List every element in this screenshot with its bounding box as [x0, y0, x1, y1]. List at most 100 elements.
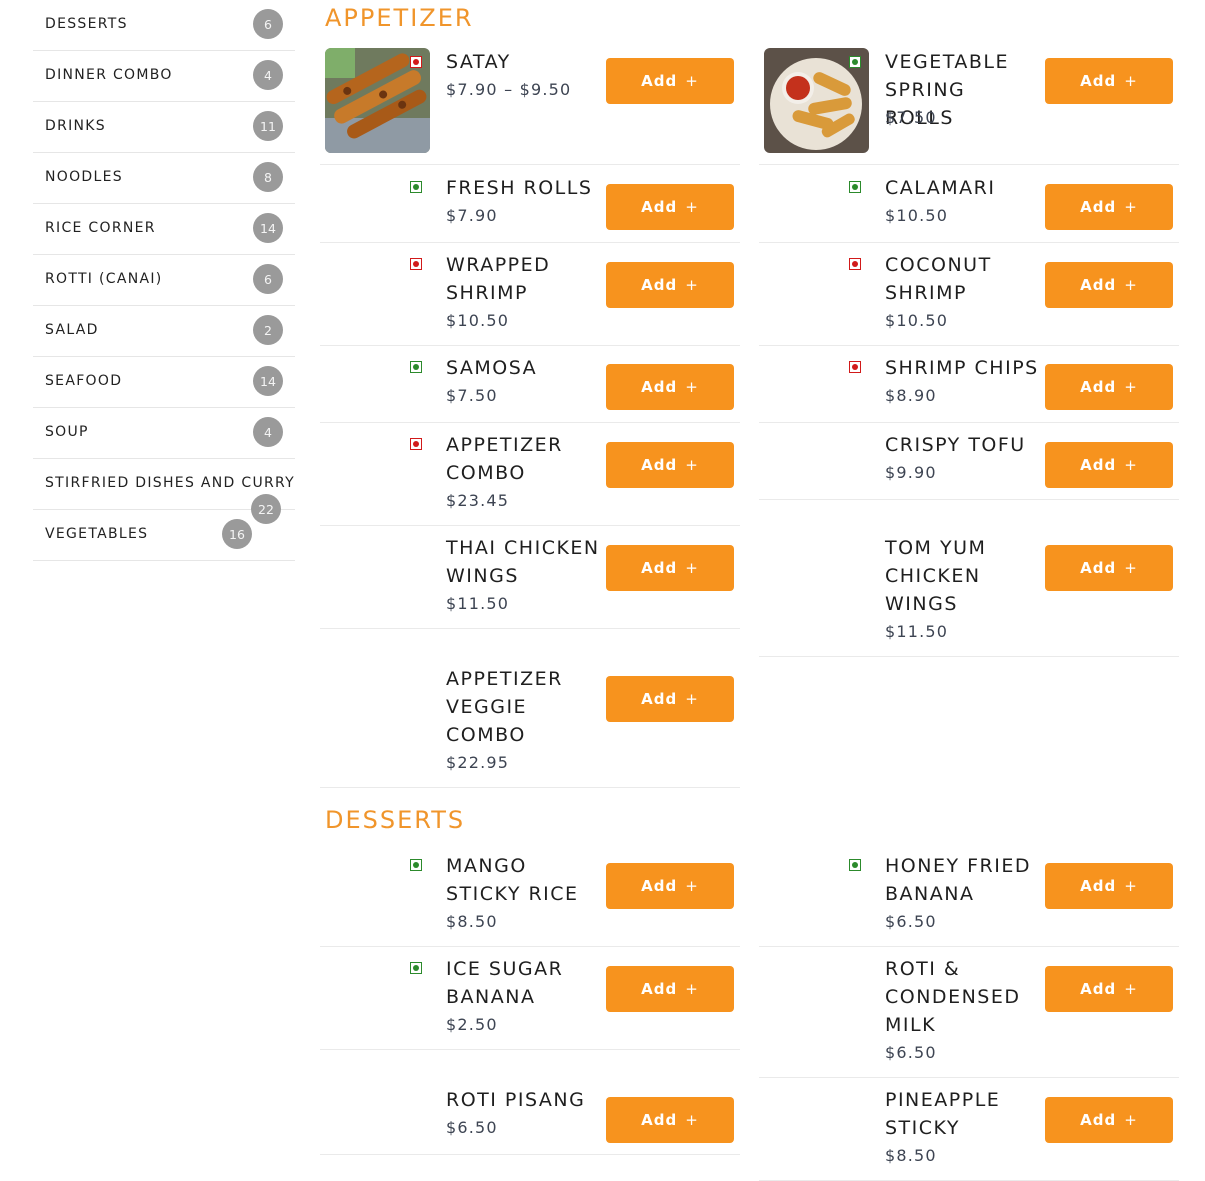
item-price: $11.50	[446, 594, 510, 613]
item-name: SATAY	[446, 51, 511, 73]
item-name: PINEAPPLE STICKY	[885, 1089, 1001, 1139]
veg-icon	[849, 56, 861, 68]
item-name: SAMOSA	[446, 357, 538, 379]
category-count-badge: 14	[253, 366, 283, 396]
item-name: SHRIMP CHIPS	[885, 357, 1039, 379]
category-sidebar: DESSERTS 6 DINNER COMBO 4 DRINKS 11 NOOD…	[33, 0, 295, 561]
category-dinner-combo[interactable]: DINNER COMBO 4	[33, 51, 295, 102]
menu-item: CALAMARI $10.50 Add +	[759, 165, 1179, 243]
menu-item: SATAY $7.90 – $9.50 Add +	[320, 48, 740, 165]
category-count-badge: 4	[253, 60, 283, 90]
add-to-cart-button[interactable]: Add +	[606, 262, 734, 308]
plus-icon: +	[1124, 72, 1138, 90]
category-label: DESSERTS	[45, 16, 128, 32]
category-drinks[interactable]: DRINKS 11	[33, 102, 295, 153]
menu-item: THAI CHICKEN WINGS $11.50 Add +	[320, 525, 740, 629]
plus-icon: +	[685, 456, 699, 474]
category-rotti-canai[interactable]: ROTTI (CANAI) 6	[33, 255, 295, 306]
item-price: $9.90	[885, 463, 937, 482]
item-name: APPETIZER VEGGIE COMBO	[446, 668, 563, 746]
item-price: $10.50	[885, 311, 949, 330]
add-to-cart-button[interactable]: Add +	[606, 58, 734, 104]
category-label: VEGETABLES	[45, 526, 149, 542]
item-name: COCONUT SHRIMP	[885, 254, 992, 304]
item-name: TOM YUM CHICKEN WINGS	[885, 537, 987, 615]
menu-item: SAMOSA $7.50 Add +	[320, 345, 740, 423]
item-name: HONEY FRIED BANANA	[885, 855, 1031, 905]
add-to-cart-button[interactable]: Add +	[1045, 863, 1173, 909]
veg-icon	[410, 962, 422, 974]
menu-item: APPETIZER COMBO $23.45 Add +	[320, 422, 740, 526]
add-to-cart-button[interactable]: Add +	[1045, 58, 1173, 104]
plus-icon: +	[685, 559, 699, 577]
add-to-cart-button[interactable]: Add +	[1045, 966, 1173, 1012]
item-name: ICE SUGAR BANANA	[446, 958, 564, 1008]
category-soup[interactable]: SOUP 4	[33, 408, 295, 459]
category-salad[interactable]: SALAD 2	[33, 306, 295, 357]
category-label: RICE CORNER	[45, 220, 156, 236]
item-price: $6.50	[885, 912, 937, 931]
plus-icon: +	[1124, 980, 1138, 998]
item-price: $8.50	[446, 912, 498, 931]
add-to-cart-button[interactable]: Add +	[1045, 442, 1173, 488]
plus-icon: +	[685, 1111, 699, 1129]
add-to-cart-button[interactable]: Add +	[606, 966, 734, 1012]
category-label: SALAD	[45, 322, 99, 338]
add-to-cart-button[interactable]: Add +	[606, 863, 734, 909]
item-name: WRAPPED SHRIMP	[446, 254, 551, 304]
item-price: $7.90 – $9.50	[446, 80, 572, 99]
category-count-badge: 8	[253, 162, 283, 192]
item-price: $7.50	[446, 386, 498, 405]
menu-item: FRESH ROLLS $7.90 Add +	[320, 165, 740, 243]
category-count-badge: 14	[253, 213, 283, 243]
menu-item: SHRIMP CHIPS $8.90 Add +	[759, 345, 1179, 423]
veg-icon	[849, 859, 861, 871]
category-seafood[interactable]: SEAFOOD 14	[33, 357, 295, 408]
category-vegetables[interactable]: 22 VEGETABLES 16	[33, 494, 295, 561]
add-to-cart-button[interactable]: Add +	[606, 545, 734, 591]
item-price: $6.50	[885, 1043, 937, 1062]
category-label: SEAFOOD	[45, 373, 123, 389]
plus-icon: +	[1124, 1111, 1138, 1129]
add-to-cart-button[interactable]: Add +	[1045, 1097, 1173, 1143]
menu-item: COCONUT SHRIMP $10.50 Add +	[759, 242, 1179, 346]
plus-icon: +	[685, 877, 699, 895]
plus-icon: +	[685, 198, 699, 216]
item-price: $7.90	[446, 206, 498, 225]
category-desserts[interactable]: DESSERTS 6	[33, 0, 295, 51]
add-to-cart-button[interactable]: Add +	[1045, 545, 1173, 591]
plus-icon: +	[1124, 877, 1138, 895]
item-name: APPETIZER COMBO	[446, 434, 563, 484]
add-to-cart-button[interactable]: Add +	[1045, 364, 1173, 410]
add-to-cart-button[interactable]: Add +	[606, 184, 734, 230]
menu-item: ROTI PISANG $6.50 Add +	[320, 1077, 740, 1155]
add-to-cart-button[interactable]: Add +	[1045, 184, 1173, 230]
plus-icon: +	[685, 690, 699, 708]
add-to-cart-button[interactable]: Add +	[1045, 262, 1173, 308]
add-to-cart-button[interactable]: Add +	[606, 1097, 734, 1143]
plus-icon: +	[685, 276, 699, 294]
plus-icon: +	[1124, 559, 1138, 577]
add-to-cart-button[interactable]: Add +	[606, 442, 734, 488]
item-price: $7.50	[885, 108, 937, 127]
category-count-badge: 16	[222, 519, 252, 549]
menu-item: ICE SUGAR BANANA $2.50 Add +	[320, 946, 740, 1050]
category-label: ROTTI (CANAI)	[45, 271, 163, 287]
category-rice-corner[interactable]: RICE CORNER 14	[33, 204, 295, 255]
menu-item: PINEAPPLE STICKY $8.50 Add +	[759, 1077, 1179, 1181]
non-veg-icon	[410, 56, 422, 68]
add-to-cart-button[interactable]: Add +	[606, 364, 734, 410]
veg-icon	[410, 181, 422, 193]
category-count-badge: 11	[253, 111, 283, 141]
add-to-cart-button[interactable]: Add +	[606, 676, 734, 722]
category-noodles[interactable]: NOODLES 8	[33, 153, 295, 204]
item-price: $2.50	[446, 1015, 498, 1034]
category-count-badge: 4	[253, 417, 283, 447]
item-price: $22.95	[446, 753, 510, 772]
item-price: $6.50	[446, 1118, 498, 1137]
item-name: ROTI PISANG	[446, 1089, 586, 1111]
item-price: $8.50	[885, 1146, 937, 1165]
plus-icon: +	[685, 72, 699, 90]
plus-icon: +	[685, 980, 699, 998]
menu-item: ROTI & CONDENSED MILK $6.50 Add +	[759, 946, 1179, 1078]
